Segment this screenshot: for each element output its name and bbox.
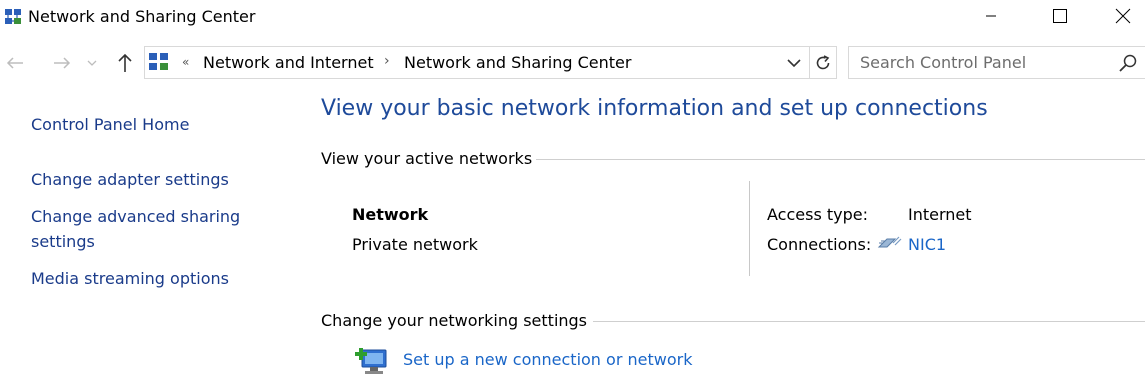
up-arrow-icon <box>118 53 132 72</box>
address-dropdown-button[interactable] <box>783 50 805 76</box>
minimize-icon <box>986 15 996 17</box>
breadcrumb-overflow[interactable]: « <box>182 55 189 69</box>
access-type-label: Access type: <box>767 205 868 224</box>
section-divider <box>536 159 1145 160</box>
refresh-icon <box>816 54 830 69</box>
close-icon <box>1115 8 1131 24</box>
new-connection-icon <box>355 348 387 374</box>
breadcrumb-network-and-internet[interactable]: Network and Internet <box>203 53 374 73</box>
section-divider <box>593 321 1145 322</box>
access-type-value: Internet <box>908 205 972 224</box>
search-icon[interactable] <box>1118 53 1138 73</box>
sidebar-item-label-line1: Change advanced sharing <box>31 207 241 226</box>
sidebar-item-control-panel-home[interactable]: Control Panel Home <box>31 112 189 137</box>
search-placeholder[interactable]: Search Control Panel <box>860 53 1026 73</box>
recent-pages-button[interactable] <box>84 50 100 76</box>
maximize-button[interactable] <box>1037 0 1083 32</box>
minimize-button[interactable] <box>968 0 1014 32</box>
title-bar: Network and Sharing Center <box>0 0 1145 34</box>
close-button[interactable] <box>1100 0 1145 32</box>
back-button[interactable] <box>3 50 27 76</box>
network-type[interactable]: Private network <box>352 235 478 255</box>
network-name: Network <box>352 205 429 224</box>
window-title: Network and Sharing Center <box>28 7 256 26</box>
chevron-down-icon <box>787 59 801 68</box>
back-arrow-icon <box>6 57 23 69</box>
vertical-divider <box>749 181 750 276</box>
setup-new-connection-link[interactable]: Set up a new connection or network <box>403 350 692 370</box>
refresh-button[interactable] <box>809 47 836 78</box>
sidebar-item-change-adapter-settings[interactable]: Change adapter settings <box>31 167 229 192</box>
sidebar-item-media-streaming-options[interactable]: Media streaming options <box>31 266 229 291</box>
connection-nic1-link[interactable]: NIC1 <box>908 235 946 255</box>
breadcrumb-network-and-sharing-center[interactable]: Network and Sharing Center <box>404 53 631 73</box>
sidebar-item-change-advanced-sharing-settings[interactable]: Change advanced sharing settings <box>31 204 240 254</box>
active-networks-section-title: View your active networks <box>321 149 533 168</box>
sidebar-item-label-line2: settings <box>31 232 95 251</box>
control-panel-icon <box>149 53 168 70</box>
connections-label: Connections: <box>767 235 872 254</box>
ethernet-icon <box>877 236 902 248</box>
forward-arrow-icon <box>54 57 71 69</box>
recent-pages-dropdown-icon <box>87 60 97 66</box>
forward-button[interactable] <box>50 50 74 76</box>
page-title: View your basic network information and … <box>321 96 988 121</box>
change-settings-section-title: Change your networking settings <box>321 311 588 330</box>
up-button[interactable] <box>113 50 137 76</box>
breadcrumb-separator[interactable]: › <box>384 53 390 69</box>
maximize-icon <box>1053 9 1067 23</box>
network-center-icon <box>5 9 21 24</box>
